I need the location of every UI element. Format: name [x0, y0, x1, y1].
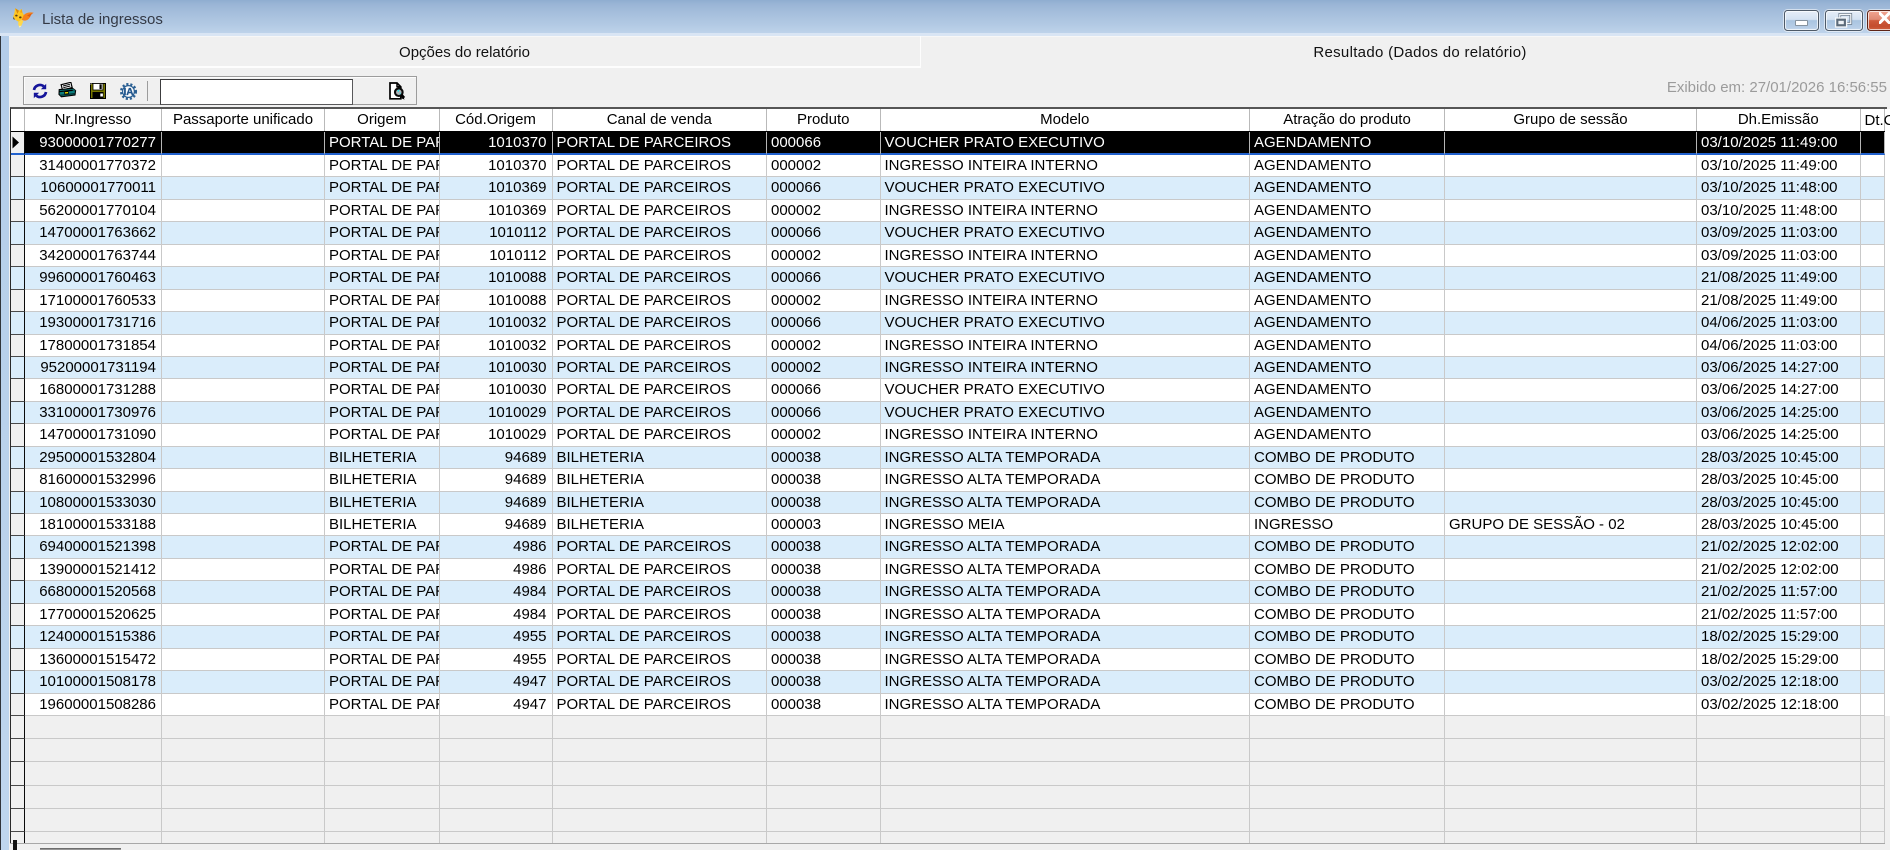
- svg-text:IA: IA: [124, 87, 134, 98]
